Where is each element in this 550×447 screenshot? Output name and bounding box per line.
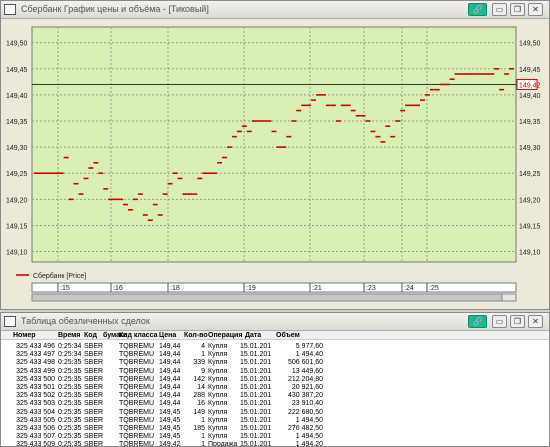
chart-window: Сбербанк График цены и объёма - [Тиковый…	[0, 0, 550, 310]
y-tick-label-right: 149,30	[519, 145, 541, 152]
y-tick-label-left: 149,15	[6, 223, 28, 230]
column-header[interactable]: Номер	[13, 331, 36, 340]
x-tick-label: :23	[366, 285, 376, 292]
column-header[interactable]: Операция	[208, 331, 242, 340]
x-tick-label: :21	[312, 285, 322, 292]
y-tick-label-left: 149,30	[6, 145, 28, 152]
table-cell: Продажа	[208, 441, 238, 446]
restore-button[interactable]: ❐	[510, 315, 525, 328]
column-header[interactable]: Объем	[276, 331, 300, 340]
close-button[interactable]: ✕	[528, 3, 543, 16]
table-cell: 325 433 509	[16, 441, 55, 446]
column-header[interactable]: Цена	[159, 331, 176, 340]
table-cell: 1 494,20	[295, 441, 323, 446]
table-app-icon	[4, 316, 16, 327]
table-cell: 15.01.201	[240, 441, 272, 446]
y-tick-label-left: 149,10	[6, 250, 28, 257]
table-cell: 1	[201, 441, 205, 446]
scrollbar	[31, 293, 517, 302]
trades-window-titlebar[interactable]: Таблица обезличенных сделок 🔗 ▭ ❐ ✕	[1, 313, 549, 331]
y-tick-label-right: 149,45	[519, 67, 541, 74]
chart-app-icon	[4, 4, 16, 15]
column-header[interactable]: Код класса	[119, 331, 158, 340]
y-tick-label-left: 149,35	[6, 119, 28, 126]
current-price-label: 149,42	[519, 82, 541, 89]
x-tick-label: :19	[246, 285, 256, 292]
x-axis-strip	[31, 282, 517, 293]
y-tick-label-left: 149,40	[6, 93, 28, 100]
link-button[interactable]: 🔗	[468, 315, 487, 328]
minimize-button[interactable]: ▭	[492, 315, 507, 328]
x-tick-label: :24	[404, 285, 414, 292]
y-tick-label-right: 149,35	[519, 119, 541, 126]
y-tick-label-right: 149,20	[519, 197, 541, 204]
price-chart[interactable]: 149,10 149,10 149,15 149,15 149,20 149,20 149,…	[1, 19, 549, 309]
scrollbar-thumb	[501, 293, 517, 302]
table-cell: SBER	[84, 441, 104, 446]
column-header[interactable]: Время	[58, 331, 80, 340]
x-tick-label: :18	[170, 285, 180, 292]
restore-button[interactable]: ❐	[510, 3, 525, 16]
link-button[interactable]: 🔗	[468, 3, 487, 16]
y-tick-label-right: 149,40	[519, 93, 541, 100]
y-tick-label-left: 149,25	[6, 171, 28, 178]
y-tick-label-left: 149,20	[6, 197, 28, 204]
table-cell: TQBREMU	[119, 441, 154, 446]
table-header: Номер Время Код бумаги Код класса Цена Кол-во О…	[1, 331, 549, 340]
trades-window: Таблица обезличенных сделок 🔗 ▭ ❐ ✕ Номе…	[0, 312, 550, 447]
column-header[interactable]: Дата	[245, 331, 261, 340]
x-tick-label: :15	[60, 285, 70, 292]
close-button[interactable]: ✕	[528, 315, 543, 328]
y-tick-label-right: 149,15	[519, 223, 541, 230]
table-cell: 149,42	[159, 441, 181, 446]
trades-table[interactable]: Номер Время Код бумаги Код класса Цена Кол-во О…	[1, 331, 549, 446]
legend-label: Сбербанк [Price]	[33, 272, 86, 280]
x-tick-label: :25	[429, 285, 439, 292]
column-header[interactable]: Кол-во	[184, 331, 208, 340]
y-tick-label-right: 149,10	[519, 250, 541, 257]
trades-window-title: Таблица обезличенных сделок	[21, 316, 150, 326]
y-tick-label-right: 149,50	[519, 41, 541, 48]
chart-window-titlebar[interactable]: Сбербанк График цены и объёма - [Тиковый…	[1, 1, 549, 19]
minimize-button[interactable]: ▭	[492, 3, 507, 16]
table-row[interactable]: 325 433 509 0:25:35 SBER TQBREMU 149,42 1 Прод…	[1, 440, 549, 446]
y-tick-label-left: 149,45	[6, 67, 28, 74]
table-cell: 0:25:35	[58, 441, 82, 446]
column-header[interactable]: Код	[84, 331, 97, 340]
price-chart-area[interactable]: 149,10 149,10 149,15 149,15 149,20 149,20 149,…	[1, 19, 549, 309]
plot-background	[31, 26, 517, 263]
y-tick-label-right: 149,25	[519, 171, 541, 178]
y-tick-label-left: 149,50	[6, 41, 28, 48]
chart-window-title: Сбербанк График цены и объёма - [Тиковый…	[21, 4, 209, 14]
x-tick-label: :16	[113, 285, 123, 292]
